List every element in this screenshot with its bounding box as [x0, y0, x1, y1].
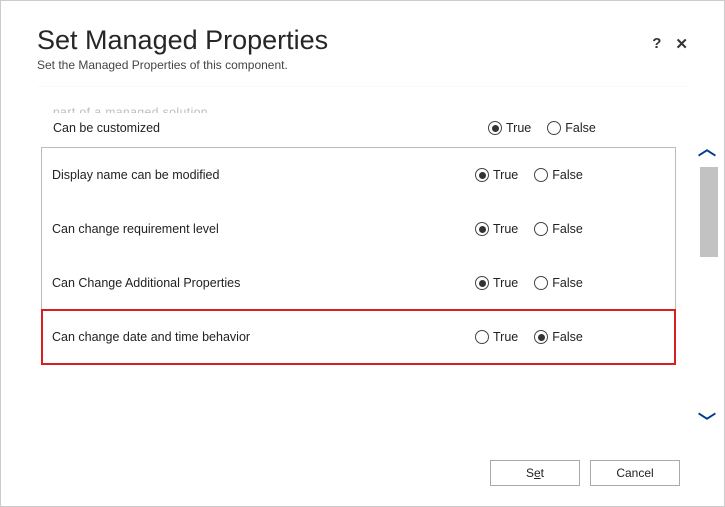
row-label: Display name can be modified — [52, 168, 475, 182]
scrollbar-thumb[interactable] — [700, 167, 718, 257]
dialog-subtitle: Set the Managed Properties of this compo… — [37, 58, 328, 72]
set-button[interactable]: Set — [490, 460, 580, 486]
set-suffix: t — [541, 466, 544, 480]
radio-icon — [488, 121, 502, 135]
row-label: Can change requirement level — [52, 222, 475, 236]
dialog-footer: Set Cancel — [37, 442, 688, 486]
radio-label: True — [493, 222, 518, 236]
sub-properties-box: Display name can be modifiedTrueFalseCan… — [41, 147, 676, 365]
properties-scroll-area: ︿ ﹀ part of a managed solution. Can be c… — [37, 86, 688, 442]
radio-icon — [534, 222, 548, 236]
radio-label: True — [493, 168, 518, 182]
radio-true[interactable]: True — [475, 330, 518, 344]
radio-label: False — [552, 168, 583, 182]
radio-icon — [534, 330, 548, 344]
radio-label: False — [552, 276, 583, 290]
close-icon[interactable]: ✕ — [675, 35, 688, 53]
radio-false[interactable]: False — [534, 168, 583, 182]
property-row: Can Change Additional Properties True Fals… — [42, 256, 675, 310]
set-underline: e — [534, 466, 541, 480]
managed-properties-dialog: Set Managed Properties Set the Managed P… — [1, 1, 724, 506]
help-icon[interactable]: ? — [652, 35, 661, 53]
radio-label: True — [493, 330, 518, 344]
radio-true[interactable]: True — [488, 121, 531, 135]
radio-false[interactable]: False — [534, 330, 583, 344]
row-label: Can be customized — [53, 121, 488, 135]
scroll-down-icon[interactable]: ﹀ — [698, 408, 716, 434]
radio-true[interactable]: True — [475, 168, 518, 182]
radio-false[interactable]: False — [534, 276, 583, 290]
radio-icon — [475, 222, 489, 236]
radio-icon — [534, 168, 548, 182]
radio-label: False — [552, 222, 583, 236]
property-row: Display name can be modified True False — [42, 148, 675, 202]
radio-label: True — [506, 121, 531, 135]
radio-icon — [547, 121, 561, 135]
radio-true[interactable]: True — [475, 222, 518, 236]
radio-label: False — [552, 330, 583, 344]
row-can-be-customized: Can be customized True False — [37, 113, 688, 143]
radio-true[interactable]: True — [475, 276, 518, 290]
radio-icon — [475, 168, 489, 182]
radio-icon — [475, 330, 489, 344]
set-prefix: S — [526, 466, 534, 480]
radio-false[interactable]: False — [547, 121, 596, 135]
radio-label: False — [565, 121, 596, 135]
dialog-title: Set Managed Properties — [37, 25, 328, 56]
cancel-button[interactable]: Cancel — [590, 460, 680, 486]
radio-false[interactable]: False — [534, 222, 583, 236]
radio-icon — [475, 276, 489, 290]
property-row: Can change requirement level True False — [42, 202, 675, 256]
row-label: Can change date and time behavior — [52, 330, 475, 344]
dialog-header: Set Managed Properties Set the Managed P… — [37, 25, 688, 86]
property-row: Can change date and time behavior True Fal… — [42, 310, 675, 364]
truncated-text: part of a managed solution. — [37, 105, 688, 113]
radio-icon — [534, 276, 548, 290]
scroll-up-icon[interactable]: ︿ — [698, 135, 716, 161]
radio-label: True — [493, 276, 518, 290]
row-label: Can Change Additional Properties — [52, 276, 475, 290]
